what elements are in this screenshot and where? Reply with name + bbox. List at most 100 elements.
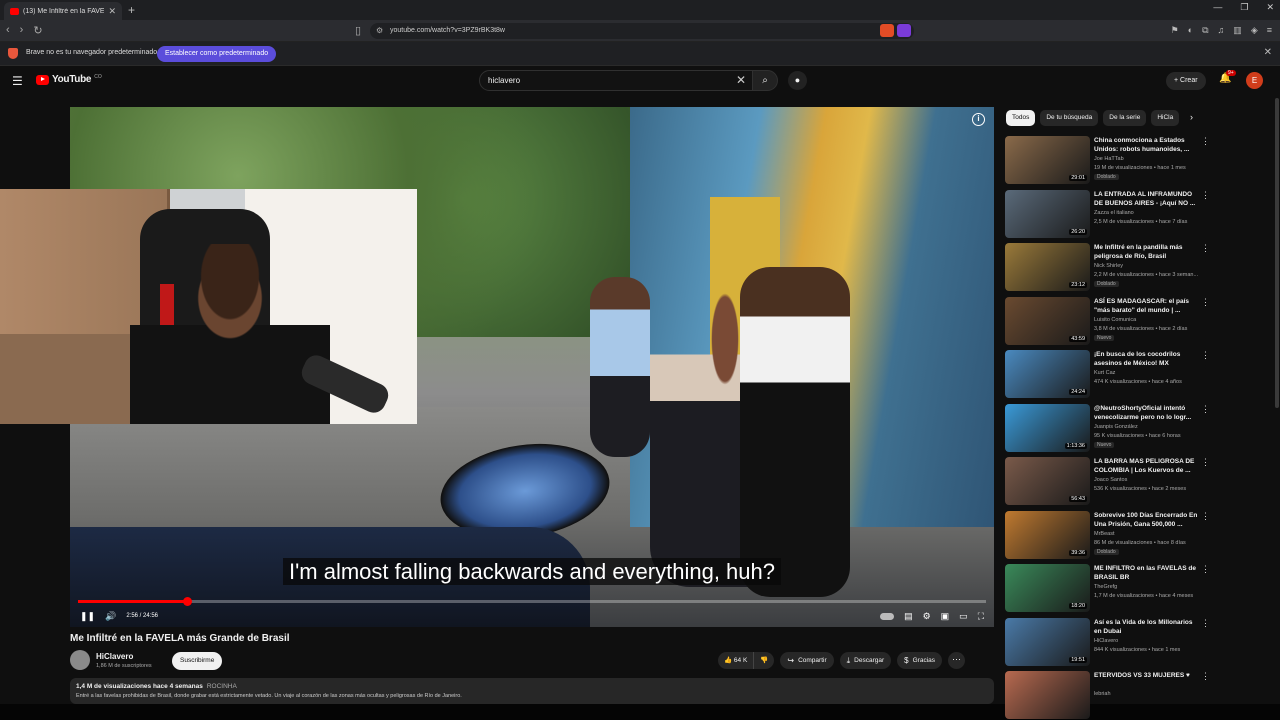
- settings-gear-icon[interactable]: ⚙: [923, 611, 931, 622]
- video-thumbnail[interactable]: 18:20: [1005, 564, 1090, 612]
- progress-bar[interactable]: [78, 597, 986, 606]
- more-options-icon[interactable]: ⋮: [1201, 457, 1210, 468]
- minimize-icon[interactable]: —: [1213, 2, 1222, 13]
- chevron-right-icon[interactable]: ›: [1190, 112, 1193, 122]
- thanks-button[interactable]: $ Gracias: [897, 652, 943, 669]
- video-thumbnail[interactable]: 43:59: [1005, 296, 1090, 345]
- recommended-title[interactable]: Me Infiltré en la pandilla más peligrosa…: [1094, 243, 1198, 261]
- brave-shields-icon[interactable]: [880, 24, 894, 37]
- recommended-title[interactable]: LA ENTRADA AL INFRAMUNDO DE BUENOS AIRES…: [1094, 190, 1198, 208]
- avatar[interactable]: E: [1246, 72, 1263, 89]
- more-options-icon[interactable]: ⋮: [1201, 511, 1210, 522]
- recommended-title[interactable]: ASÍ ES MADAGASCAR: el país "más barato" …: [1094, 297, 1198, 315]
- close-window-icon[interactable]: ✕: [1266, 2, 1274, 13]
- info-icon[interactable]: i: [972, 113, 985, 126]
- youtube-logo[interactable]: YouTube CO: [36, 74, 102, 85]
- recommended-channel[interactable]: Kurt Caz: [1094, 370, 1115, 376]
- close-tab-icon[interactable]: ✕: [108, 6, 116, 17]
- video-thumbnail[interactable]: 23:12: [1005, 243, 1090, 291]
- video-thumbnail[interactable]: 19:51: [1005, 617, 1090, 666]
- more-actions-icon[interactable]: ⋯: [948, 652, 966, 669]
- address-bar[interactable]: ⚙ youtube.com/watch?v=3PZ9rBK3t8w ▭ ↗: [370, 23, 914, 39]
- recommended-video[interactable]: 18:20 ME INFILTRO en las FAVELAS de BRASI…: [1005, 564, 1275, 614]
- pause-icon[interactable]: ❚❚: [80, 611, 95, 622]
- recommended-title[interactable]: ETERVIDOS VS 33 MUJERES ♥: [1094, 671, 1198, 680]
- brave-rewards-icon[interactable]: [897, 24, 911, 37]
- more-options-icon[interactable]: ⋮: [1201, 618, 1210, 629]
- extension-icon[interactable]: ⚑: [1171, 25, 1179, 36]
- filter-chip[interactable]: De la serie: [1103, 110, 1147, 126]
- more-options-icon[interactable]: ⋮: [1201, 350, 1210, 361]
- recommended-title[interactable]: @NeutroShortyOficial intentó venecolizar…: [1094, 404, 1198, 422]
- recommended-video[interactable]: 43:59 ASÍ ES MADAGASCAR: el país "más bar…: [1005, 296, 1275, 347]
- video-thumbnail[interactable]: 24:24: [1005, 350, 1090, 398]
- recommended-title[interactable]: ME INFILTRO en las FAVELAS de BRASIL BR: [1094, 564, 1198, 582]
- recommended-video[interactable]: 23:12 Me Infiltré en la pandilla más peli…: [1005, 243, 1275, 293]
- recommended-title[interactable]: Sobrevive 100 Días Encerrado En Una Pris…: [1094, 511, 1198, 529]
- recommended-video[interactable]: 19:51 Así es la Vida de los Millonarios e…: [1005, 617, 1275, 668]
- recommended-video[interactable]: 29:01 China conmociona a Estados Unidos: …: [1005, 136, 1275, 186]
- recommended-channel[interactable]: Joe HaTTab: [1094, 156, 1124, 162]
- hamburger-menu-icon[interactable]: ☰: [12, 74, 23, 88]
- video-thumbnail[interactable]: [1005, 671, 1090, 719]
- more-options-icon[interactable]: ⋮: [1201, 136, 1210, 147]
- more-options-icon[interactable]: ⋮: [1201, 190, 1210, 201]
- reload-icon[interactable]: ↻: [33, 24, 42, 37]
- site-info-icon[interactable]: ⚙: [376, 23, 383, 39]
- clear-search-icon[interactable]: ✕: [736, 71, 746, 90]
- video-thumbnail[interactable]: 26:20: [1005, 189, 1090, 238]
- subscribe-button[interactable]: Suscribirme: [172, 652, 223, 670]
- more-options-icon[interactable]: ⋮: [1201, 297, 1210, 308]
- video-thumbnail[interactable]: 39:36: [1005, 510, 1090, 559]
- recommended-title[interactable]: LA BARRA MAS PELIGROSA DE COLOMBIA | Los…: [1094, 457, 1198, 475]
- filter-chip[interactable]: HiCla: [1151, 110, 1180, 126]
- search-button[interactable]: ⌕: [752, 70, 778, 91]
- theater-mode-icon[interactable]: ▭: [959, 611, 968, 622]
- recommended-video[interactable]: 56:43 LA BARRA MAS PELIGROSA DE COLOMBIA …: [1005, 457, 1275, 507]
- recommended-channel[interactable]: Joaco Santos: [1094, 477, 1127, 483]
- more-options-icon[interactable]: ⋮: [1201, 243, 1210, 254]
- volume-icon[interactable]: 🔊: [105, 611, 116, 622]
- bookmark-icon[interactable]: ▯: [355, 24, 361, 37]
- recommended-video[interactable]: ETERVIDOS VS 33 MUJERES ♥ lebriah ⋮: [1005, 671, 1275, 720]
- recommended-channel[interactable]: Juanpis González: [1094, 424, 1138, 430]
- search-input[interactable]: hiclavero ✕: [479, 70, 753, 91]
- more-options-icon[interactable]: ⋮: [1201, 404, 1210, 415]
- recommended-channel[interactable]: lebriah: [1094, 691, 1111, 697]
- menu-icon[interactable]: ≡: [1267, 25, 1272, 36]
- video-thumbnail[interactable]: 56:43: [1005, 457, 1090, 505]
- browser-tab[interactable]: (13) Me Infiltré en la FAVELA ... ✕: [4, 2, 122, 20]
- description-tag[interactable]: ROCINHA: [207, 683, 237, 690]
- new-tab-button[interactable]: +: [128, 3, 135, 17]
- recommended-video[interactable]: 26:20 LA ENTRADA AL INFRAMUNDO DE BUENOS …: [1005, 189, 1275, 240]
- scrollbar[interactable]: [1275, 98, 1279, 408]
- more-options-icon[interactable]: ⋮: [1201, 671, 1210, 682]
- recommended-video[interactable]: 24:24 ¡En busca de los cocodrilos asesino…: [1005, 350, 1275, 400]
- close-infobar-icon[interactable]: ✕: [1264, 47, 1272, 58]
- description-box[interactable]: 1,4 M de visualizaciones hace 4 semanas R…: [70, 678, 994, 704]
- video-thumbnail[interactable]: 29:01: [1005, 136, 1090, 184]
- media-icon[interactable]: ♫: [1218, 25, 1225, 36]
- sidebar-icon[interactable]: ▥: [1233, 25, 1242, 36]
- wallet-icon[interactable]: ◈: [1251, 25, 1258, 36]
- subtitles-icon[interactable]: ▤: [904, 611, 913, 622]
- share-button[interactable]: ↪ Compartir: [780, 652, 834, 669]
- recommended-title[interactable]: China conmociona a Estados Unidos: robot…: [1094, 136, 1198, 154]
- extension-icon[interactable]: ◐: [1188, 25, 1193, 36]
- autoplay-toggle[interactable]: [880, 612, 895, 620]
- filter-chip[interactable]: De tu búsqueda: [1040, 110, 1099, 126]
- recommended-title[interactable]: ¡En busca de los cocodrilos asesinos de …: [1094, 350, 1198, 368]
- like-button[interactable]: 👍 64 K: [718, 652, 755, 669]
- dislike-button[interactable]: 👎: [754, 652, 774, 669]
- recommended-channel[interactable]: HiClavero: [1094, 638, 1118, 644]
- video-thumbnail[interactable]: 1:13:36: [1005, 403, 1090, 452]
- voice-search-button[interactable]: ●: [788, 71, 807, 90]
- recommended-channel[interactable]: Nick Shirley: [1094, 263, 1123, 269]
- back-icon[interactable]: ‹: [6, 24, 10, 37]
- recommended-channel[interactable]: TheGrefg: [1094, 584, 1117, 590]
- forward-icon[interactable]: ›: [20, 24, 24, 37]
- recommended-video[interactable]: 39:36 Sobrevive 100 Días Encerrado En Una…: [1005, 510, 1275, 561]
- miniplayer-icon[interactable]: ▣: [941, 611, 950, 622]
- channel-name[interactable]: HiClavero: [96, 652, 133, 661]
- recommended-video[interactable]: 1:13:36 @NeutroShortyOficial intentó vene…: [1005, 403, 1275, 454]
